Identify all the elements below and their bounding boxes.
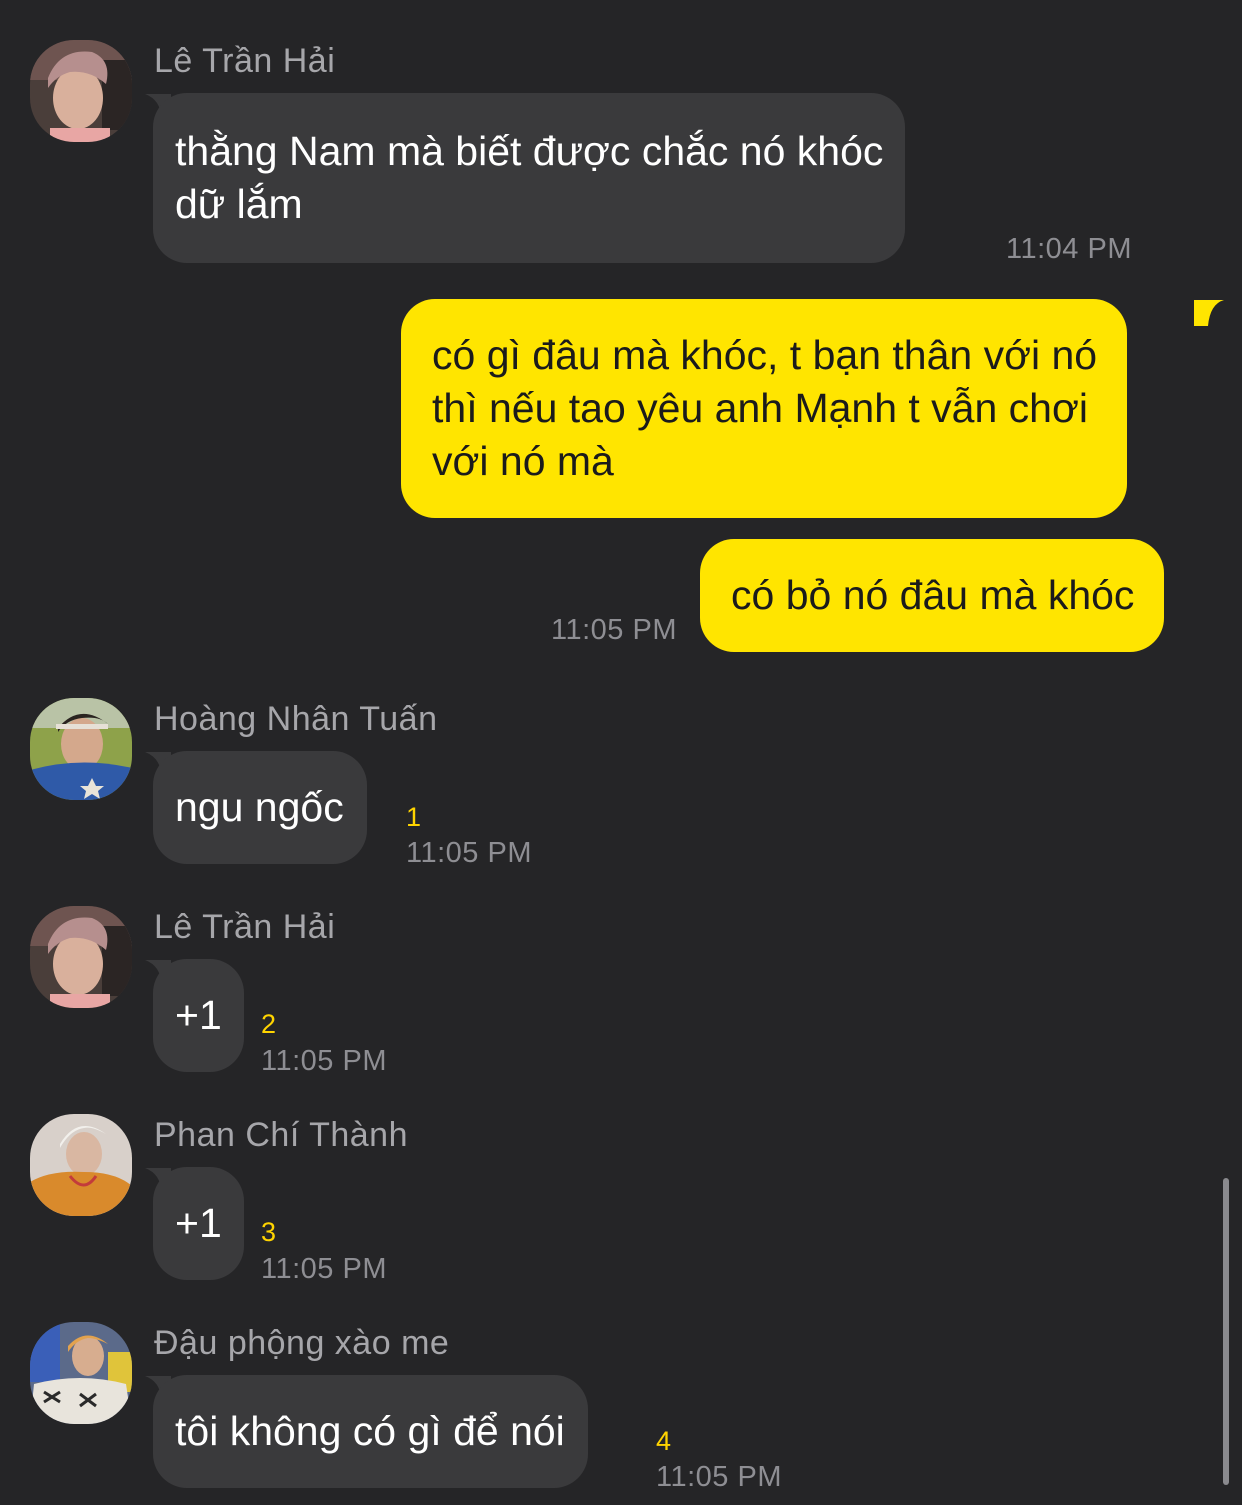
avatar-photo-icon bbox=[30, 1114, 132, 1216]
sender-name: Hoàng Nhân Tuấn bbox=[154, 700, 438, 738]
message-timestamp: 11:05 PM bbox=[406, 837, 532, 869]
message-bubble[interactable]: tôi không có gì để nói bbox=[153, 1375, 588, 1488]
message-text: thằng Nam mà biết được chắc nó khóc bbox=[175, 128, 884, 174]
message-text: thì nếu tao yêu anh Mạnh t vẫn chơi bbox=[432, 385, 1088, 431]
avatar-photo-icon bbox=[30, 698, 132, 800]
message-bubble[interactable]: +1 bbox=[153, 959, 244, 1072]
sender-name: Lê Trần Hải bbox=[154, 908, 336, 946]
message-text: với nó mà bbox=[432, 438, 614, 484]
message-timestamp: 11:05 PM bbox=[656, 1461, 782, 1493]
message-text: +1 bbox=[175, 1200, 222, 1246]
message-bubble[interactable]: ngu ngốc bbox=[153, 751, 367, 864]
sender-name: Phan Chí Thành bbox=[154, 1116, 408, 1154]
message-timestamp: 11:04 PM bbox=[1006, 233, 1132, 265]
avatar-le-tran-hai[interactable] bbox=[30, 906, 132, 1008]
sender-name: Lê Trần Hải bbox=[154, 42, 336, 80]
message-text: tôi không có gì để nói bbox=[175, 1408, 565, 1454]
message-bubble[interactable]: có bỏ nó đâu mà khóc bbox=[700, 539, 1165, 652]
message-bubble[interactable]: +1 bbox=[153, 1167, 244, 1280]
message-text: có gì đâu mà khóc, t bạn thân với nó bbox=[432, 332, 1098, 378]
message-bubble[interactable]: thằng Nam mà biết được chắc nó khóc dữ l… bbox=[153, 93, 906, 263]
message-text: có bỏ nó đâu mà khóc bbox=[731, 572, 1135, 618]
message-text: ngu ngốc bbox=[175, 784, 344, 830]
scrollbar-thumb[interactable] bbox=[1223, 1178, 1229, 1485]
avatar-photo-icon bbox=[30, 1322, 132, 1424]
avatar-le-tran-hai[interactable] bbox=[30, 40, 132, 142]
message-timestamp: 11:05 PM bbox=[261, 1045, 387, 1077]
unread-count: 4 bbox=[656, 1426, 672, 1456]
message-timestamp: 11:05 PM bbox=[551, 614, 677, 646]
unread-count: 1 bbox=[406, 802, 422, 832]
avatar-photo-icon bbox=[30, 906, 132, 1008]
message-text: +1 bbox=[175, 992, 222, 1038]
message-timestamp: 11:05 PM bbox=[261, 1253, 387, 1285]
unread-count: 2 bbox=[261, 1009, 277, 1039]
bubble-tail bbox=[1194, 300, 1224, 326]
message-text: dữ lắm bbox=[175, 181, 303, 227]
avatar-dau-phong-xao-me[interactable] bbox=[30, 1322, 132, 1424]
chat-message-list[interactable]: Lê Trần Hải thằng Nam mà biết được chắc … bbox=[0, 0, 1242, 1505]
avatar-hoang-nhan-tuan[interactable] bbox=[30, 698, 132, 800]
sender-name: Đậu phộng xào me bbox=[154, 1324, 450, 1362]
unread-count: 3 bbox=[261, 1217, 277, 1247]
avatar-phan-chi-thanh[interactable] bbox=[30, 1114, 132, 1216]
avatar-photo-icon bbox=[30, 40, 132, 142]
message-bubble[interactable]: có gì đâu mà khóc, t bạn thân với nó thì… bbox=[401, 299, 1128, 518]
